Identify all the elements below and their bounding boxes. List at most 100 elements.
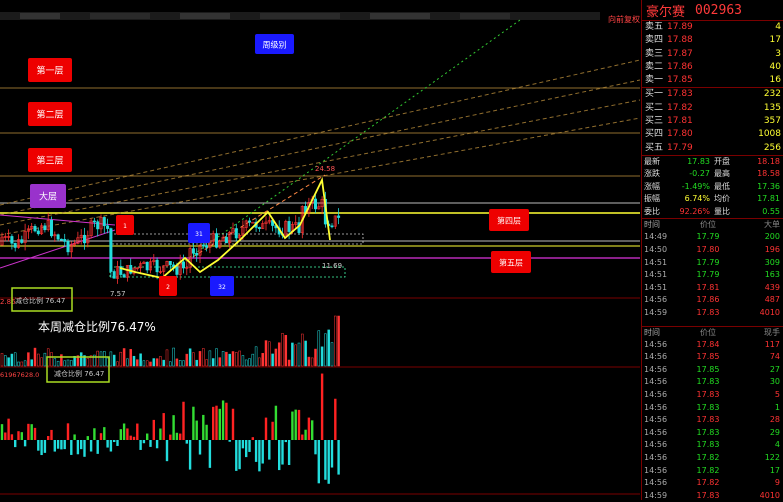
- ask-label: 卖一: [645, 75, 664, 86]
- trade-price: 17.82: [696, 465, 720, 475]
- trade-price: 17.83: [696, 415, 720, 425]
- svg-text:第三层: 第三层: [36, 155, 63, 167]
- indicator-axis-value: 61967628.0: [0, 371, 39, 379]
- high-price-label: 24.58: [315, 165, 335, 173]
- wave-marker-32: 32: [210, 276, 234, 296]
- trade-price: 17.81: [696, 282, 720, 292]
- trade-volume: 17: [769, 465, 780, 475]
- ask-label: 卖三: [645, 48, 664, 59]
- svg-text:第四层: 第四层: [497, 216, 521, 226]
- trade-price: 17.86: [696, 295, 720, 305]
- quote-value: 92.26%: [679, 206, 710, 216]
- weekly-reduction-caption: 本周减仓比例76.47%: [38, 320, 156, 334]
- trade-row: 14:56 17.82 17: [642, 465, 783, 478]
- ask-row: 卖四 17.88 17: [642, 34, 783, 47]
- trade-volume: 4010: [759, 490, 780, 500]
- review-button[interactable]: 向前复权: [608, 14, 640, 24]
- trade-time: 14:56: [644, 339, 668, 349]
- trade-row: 14:56 17.86 487: [642, 294, 783, 307]
- trade-price: 17.79: [696, 232, 720, 242]
- trade-price: 17.84: [696, 339, 720, 349]
- ask-volume: 3: [775, 48, 781, 59]
- trade-price: 17.85: [696, 364, 720, 374]
- layer3-button[interactable]: 第三层: [28, 148, 72, 172]
- bid-price: 17.83: [667, 89, 693, 100]
- trade-volume: 122: [764, 452, 780, 462]
- bid-price: 17.82: [667, 102, 693, 113]
- stock-code: 002963: [695, 2, 742, 18]
- trade-time: 14:56: [644, 402, 668, 412]
- trade-price: 17.83: [696, 402, 720, 412]
- stock-title: 豪尔赛 002963: [642, 0, 783, 21]
- order-book-asks: 卖五 17.89 4 卖四 17.88 17 卖三 17.87 3 卖二 17.86 40 卖一 17.8…: [642, 21, 783, 89]
- ask-price: 17.88: [667, 35, 693, 46]
- trade-time: 14:56: [644, 377, 668, 387]
- ask-price: 17.89: [667, 22, 693, 32]
- big-trades-list: 14:49 17.79 200 14:50 17.80 196 14:51 17.79 309 1…: [642, 231, 783, 319]
- bid-label: 买四: [645, 129, 664, 140]
- quote-panel: 豪尔赛 002963 卖五 17.89 4 卖四 17.88 17 卖三 17.87 3 卖二 17…: [641, 0, 783, 500]
- svg-text:减仓比例 76.47: 减仓比例 76.47: [54, 369, 104, 378]
- bid-row: 买五 17.79 256: [642, 142, 783, 155]
- trade-price: 17.83: [696, 377, 720, 387]
- trade-row: 14:56 17.83 30: [642, 376, 783, 389]
- quote-value: -0.27: [689, 169, 710, 179]
- right-low-price-label: 11.69: [322, 262, 342, 270]
- bid-volume: 232: [763, 89, 781, 100]
- trade-volume: 200: [764, 232, 780, 242]
- trade-row: 14:56 17.83 29: [642, 427, 783, 440]
- bid-price: 17.81: [667, 116, 693, 127]
- trade-time: 14:56: [644, 478, 668, 488]
- trade-time: 14:49: [644, 232, 668, 242]
- ask-price: 17.85: [667, 75, 693, 86]
- trade-row: 14:56 17.85 74: [642, 351, 783, 364]
- trade-volume: 30: [769, 377, 780, 387]
- quote-row: 涨跌 -0.27 最高 18.58: [642, 168, 783, 181]
- svg-text:减仓比例 76.47: 减仓比例 76.47: [15, 296, 65, 305]
- ask-volume: 17: [769, 35, 781, 46]
- trade-time: 14:56: [644, 452, 668, 462]
- trade-volume: 28: [769, 415, 780, 425]
- ask-volume: 40: [769, 61, 781, 72]
- trades-header-2: 时间 价位 现手: [644, 327, 780, 337]
- trade-price: 17.79: [696, 257, 720, 267]
- trade-price: 17.80: [696, 245, 720, 255]
- wave-marker-31: 31: [188, 223, 210, 243]
- trade-price: 17.83: [696, 440, 720, 450]
- bid-price: 17.79: [667, 142, 693, 153]
- layer2-button[interactable]: 第二层: [28, 102, 72, 126]
- trade-price: 17.79: [696, 270, 720, 280]
- trade-price: 17.83: [696, 427, 720, 437]
- quote-row: 振幅 6.74% 均价 17.81: [642, 193, 783, 206]
- big-layer-button[interactable]: 大层: [30, 184, 66, 208]
- trade-price: 17.83: [696, 490, 720, 500]
- svg-text:第一层: 第一层: [36, 65, 63, 77]
- quote-key: 委比: [644, 206, 660, 216]
- quote-value: 6.74%: [684, 194, 710, 204]
- quote-key: 最新: [644, 156, 660, 166]
- quote-key: 振幅: [644, 194, 660, 204]
- trade-volume: 9: [774, 478, 780, 488]
- ask-price: 17.86: [667, 61, 693, 72]
- trade-row: 14:56 17.82 9: [642, 477, 783, 490]
- trade-volume: 4010: [759, 308, 780, 318]
- trade-time: 14:51: [644, 282, 668, 292]
- quote-summary: 最新 17.83 开盘 18.18 涨跌 -0.27 最高 18.58 涨幅 -1.49% 最低 17…: [642, 156, 783, 220]
- trade-volume: 439: [764, 282, 780, 292]
- layer1-button[interactable]: 第一层: [28, 58, 72, 82]
- trade-time: 14:50: [644, 245, 668, 255]
- bid-price: 17.80: [667, 129, 693, 140]
- quote-key: 均价: [714, 194, 730, 204]
- svg-text:第五层: 第五层: [499, 258, 523, 268]
- layer4-button[interactable]: 第四层: [489, 209, 529, 231]
- quote-row: 涨幅 -1.49% 最低 17.36: [642, 181, 783, 194]
- weekly-level-button[interactable]: 周级别: [255, 34, 294, 54]
- chart-area[interactable]: 向前复权 24.58 7.57 11.69 2.86 周级别 第一层 第二层 第…: [0, 0, 640, 500]
- trade-volume: 196: [764, 245, 780, 255]
- trade-price: 17.83: [696, 308, 720, 318]
- ask-row: 卖二 17.86 40: [642, 61, 783, 74]
- trade-volume: 5: [774, 390, 780, 399]
- trade-price: 17.82: [696, 478, 720, 488]
- layer5-button[interactable]: 第五层: [491, 251, 531, 273]
- quote-value: 17.83: [687, 156, 710, 166]
